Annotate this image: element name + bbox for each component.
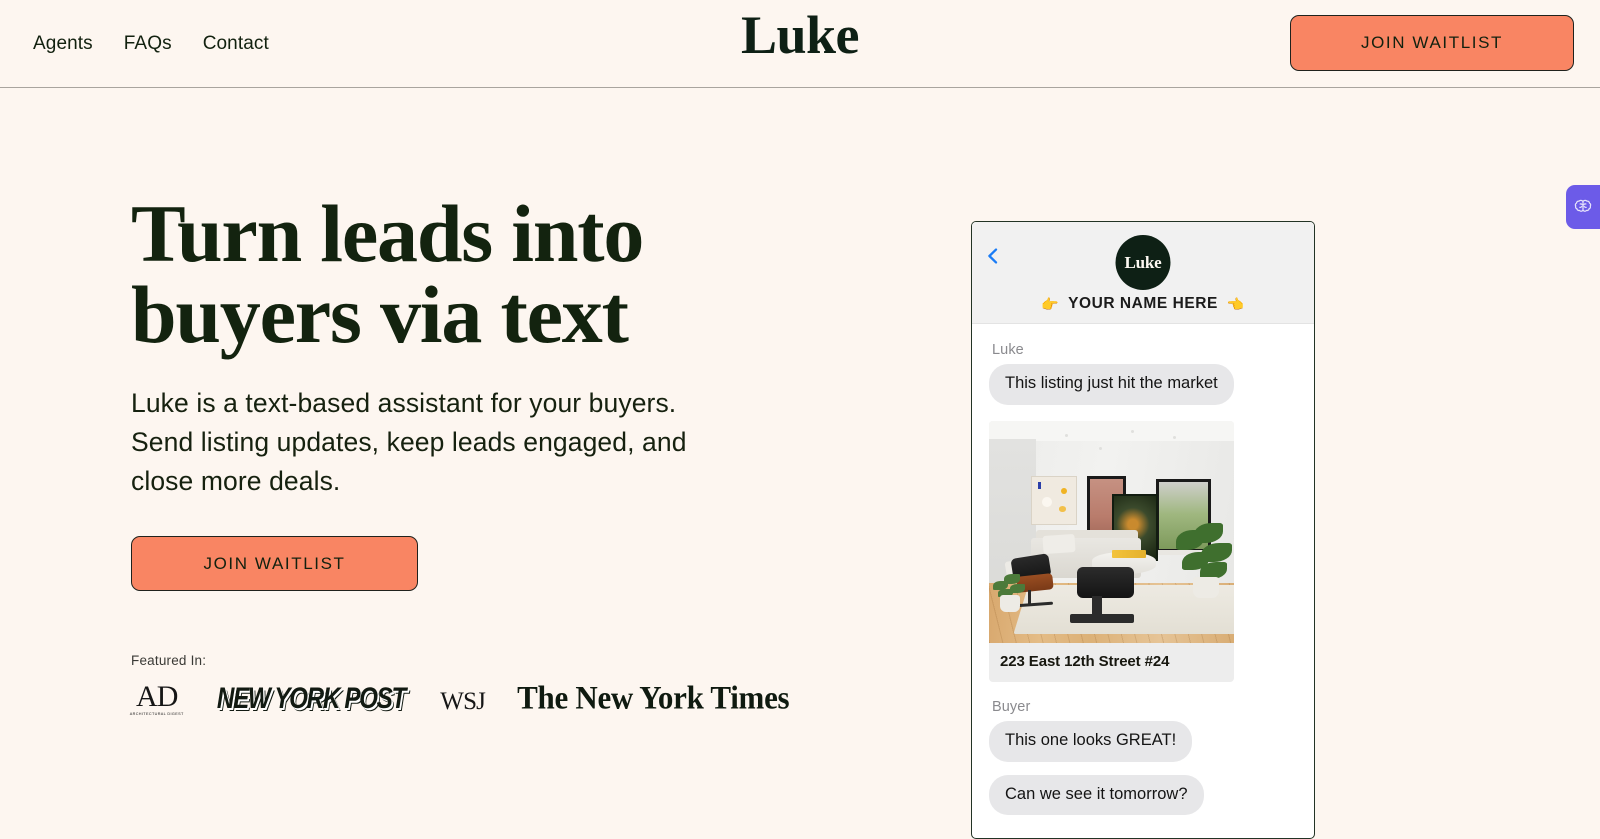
chat-header: Luke 👉 YOUR NAME HERE 👈	[972, 222, 1314, 324]
chat-widget-tab[interactable]	[1566, 185, 1600, 229]
contact-name-text: YOUR NAME HERE	[1068, 295, 1218, 312]
chat-bubble: Can we see it tomorrow?	[984, 774, 1204, 816]
logo-new-york-post: NEW YORK POST	[217, 682, 406, 716]
nav-item-contact[interactable]: Contact	[203, 33, 269, 55]
chevron-left-icon[interactable]	[985, 248, 1001, 264]
phone-frame: Luke 👉 YOUR NAME HERE 👈 Luke This listin…	[971, 221, 1315, 839]
nav-item-faqs[interactable]: FAQs	[124, 33, 172, 55]
chat-bubble: This one looks GREAT!	[983, 720, 1193, 762]
phone-mockup: Luke 👉 YOUR NAME HERE 👈 Luke This listin…	[971, 221, 1315, 839]
message-group-luke: Luke This listing just hit the market	[984, 342, 1297, 405]
site-header: Agents FAQs Contact Luke JOIN WAITLIST	[0, 0, 1600, 88]
brand-logo[interactable]: Luke	[741, 8, 860, 62]
message-group-buyer: Buyer This one looks GREAT! Can we see i…	[983, 698, 1297, 816]
featured-in-section: Featured In: AD ARCHITECTURAL DIGEST NEW…	[129, 653, 960, 717]
logo-new-york-times: The New York Times	[517, 679, 790, 717]
logo-wsj: WSJ	[440, 688, 486, 716]
listing-card[interactable]: 223 East 12th Street #24	[989, 420, 1234, 682]
chat-contact-name: 👉 YOUR NAME HERE 👈	[972, 295, 1314, 313]
pointing-right-hand-icon: 👉	[1041, 296, 1060, 312]
hero-subtitle: Luke is a text-based assistant for your …	[131, 388, 687, 496]
chat-bubble: This listing just hit the market	[984, 364, 1234, 405]
message-sender-label: Buyer	[992, 698, 1031, 715]
main-nav: Agents FAQs Contact	[33, 33, 269, 55]
message-sender-label: Luke	[992, 342, 1024, 358]
hero-copy: Turn leads into buyers via text Luke is …	[0, 88, 960, 815]
avatar: Luke	[1115, 235, 1171, 290]
pointing-left-hand-icon: 👈	[1226, 296, 1245, 312]
avatar-label: Luke	[1124, 252, 1162, 272]
featured-in-label: Featured In:	[131, 653, 207, 669]
ad-wordmark: AD	[136, 679, 178, 713]
listing-address: 223 East 12th Street #24	[1000, 652, 1170, 670]
brain-icon	[1574, 199, 1592, 212]
hero-join-waitlist-button[interactable]: JOIN WAITLIST	[131, 536, 418, 592]
living-room-listing-photo	[989, 420, 1234, 643]
page-title: Turn leads into buyers via text	[131, 188, 644, 361]
header-join-waitlist-button[interactable]: JOIN WAITLIST	[1290, 15, 1574, 71]
logo-architectural-digest: AD ARCHITECTURAL DIGEST	[129, 679, 184, 717]
chat-thread: Luke This listing just hit the market 22…	[972, 324, 1314, 838]
hero-section: Turn leads into buyers via text Luke is …	[0, 88, 1600, 839]
press-logo-row: AD ARCHITECTURAL DIGEST NEW YORK POST WS…	[129, 679, 960, 717]
nav-item-agents[interactable]: Agents	[33, 33, 93, 55]
ad-subtext: ARCHITECTURAL DIGEST	[129, 711, 184, 716]
